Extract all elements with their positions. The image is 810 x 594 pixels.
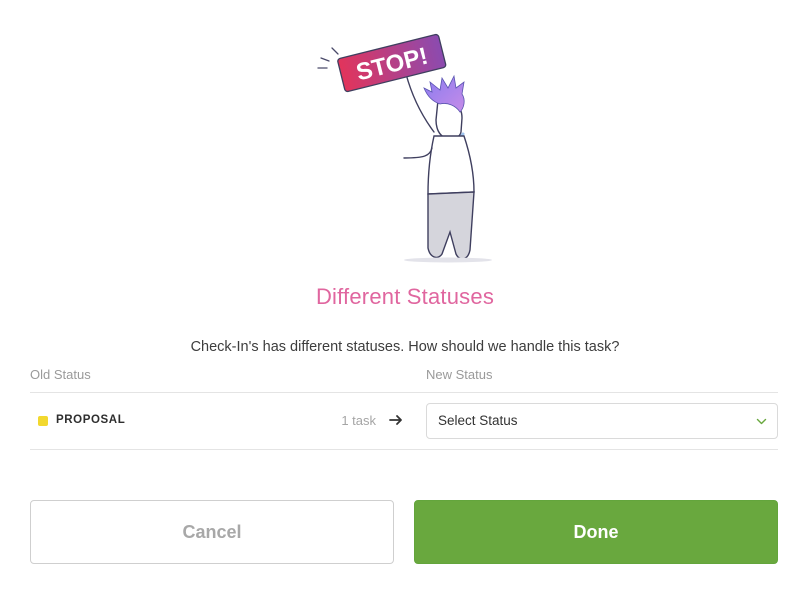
new-status-select-value: Select Status	[438, 413, 518, 428]
different-statuses-dialog: STOP! Different Statuses Check-In's has …	[0, 0, 810, 594]
arrow-right-icon	[389, 415, 402, 425]
dialog-description: Check-In's has different statuses. How s…	[190, 339, 620, 355]
old-status-header: Old Status	[30, 367, 91, 382]
new-status-header: New Status	[426, 367, 493, 382]
motion-lines	[317, 47, 339, 69]
figure-legs	[427, 191, 475, 260]
old-status-name: PROPOSAL	[56, 414, 126, 426]
figure-torso	[427, 135, 475, 195]
table-divider-bottom	[30, 449, 778, 450]
pointing-arm	[403, 147, 433, 159]
figure-shadow	[404, 257, 492, 263]
dialog-title: Different Statuses	[315, 284, 495, 309]
stop-sign-illustration: STOP!	[317, 33, 492, 263]
chevron-down-icon	[756, 418, 767, 425]
done-button[interactable]: Done	[414, 500, 778, 564]
new-status-select[interactable]: Select Status	[426, 403, 778, 439]
status-mapping-row: PROPOSAL 1 task Select Status	[30, 393, 778, 449]
cancel-button[interactable]: Cancel	[30, 500, 394, 564]
task-count: 1 task	[341, 413, 376, 428]
status-color-swatch	[38, 416, 48, 426]
